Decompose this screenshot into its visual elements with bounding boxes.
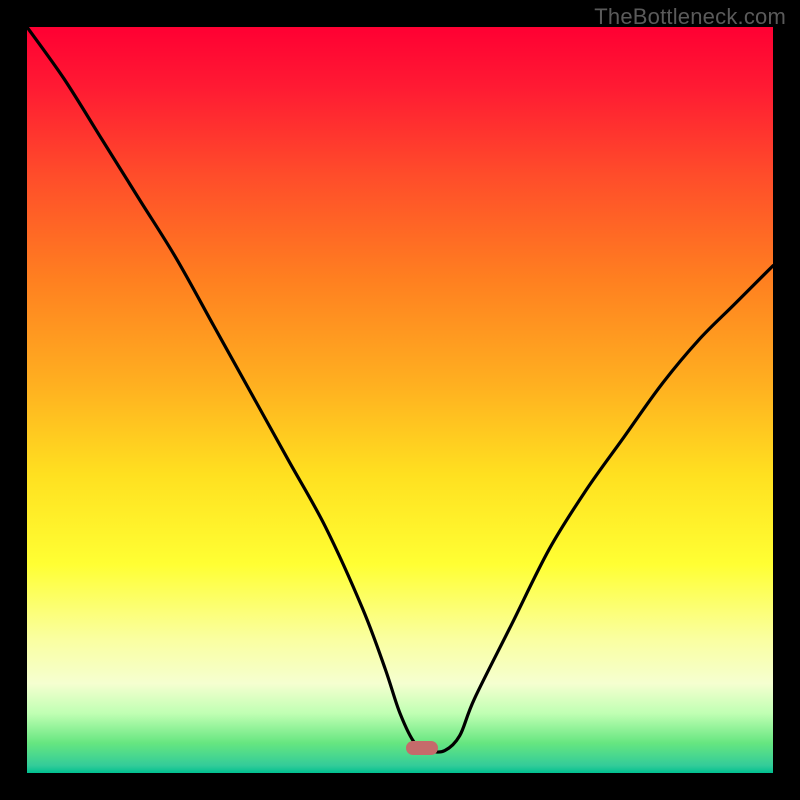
- plot-area: [27, 27, 773, 773]
- chart-container: TheBottleneck.com: [0, 0, 800, 800]
- bottleneck-curve: [27, 27, 773, 773]
- optimal-marker-icon: [406, 741, 438, 755]
